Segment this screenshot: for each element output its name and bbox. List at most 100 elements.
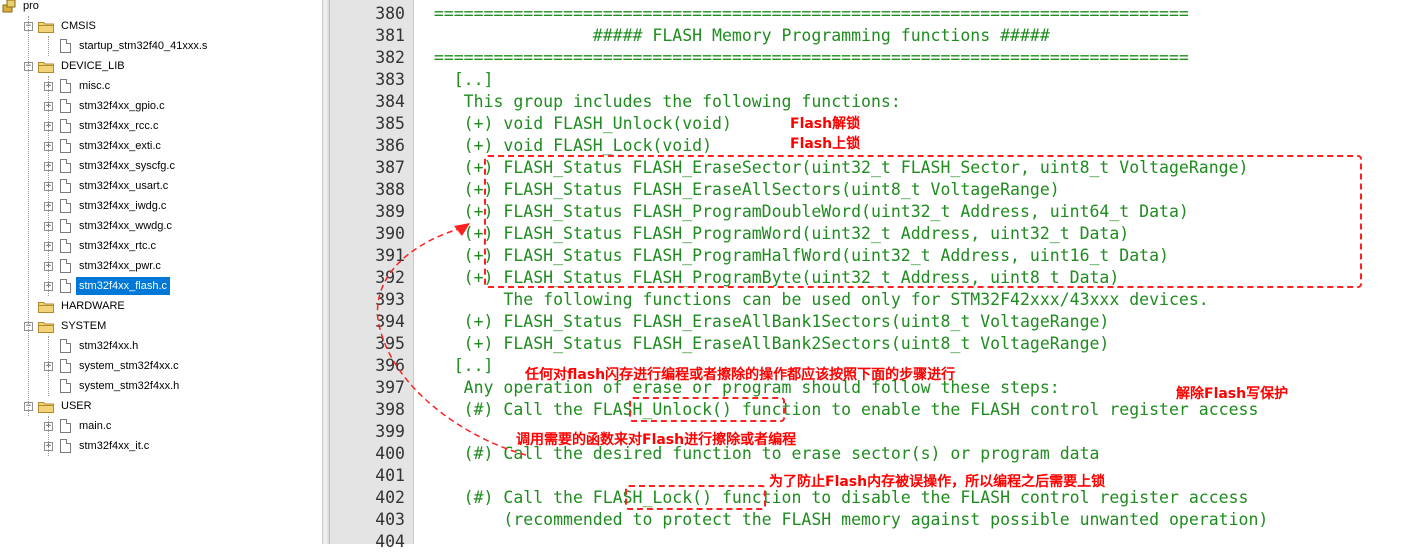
file-icon bbox=[60, 39, 71, 53]
folder-icon bbox=[38, 300, 54, 313]
line-number: 380 bbox=[375, 4, 405, 23]
file-icon bbox=[60, 279, 71, 293]
code-line[interactable]: This group includes the following functi… bbox=[414, 91, 901, 113]
tree-item-label: HARDWARE bbox=[61, 300, 125, 312]
line-number: 386 bbox=[375, 136, 405, 155]
line-number: 383 bbox=[375, 70, 405, 89]
file-icon bbox=[60, 79, 71, 93]
tree-item-label: stm32f4xx_it.c bbox=[79, 440, 150, 452]
tree-item-label: stm32f4xx_rtc.c bbox=[79, 240, 157, 252]
line-number: 388 bbox=[375, 180, 405, 199]
steps-note: 任何对flash闪存进行编程或者擦除的操作都应该按照下面的步骤进行 bbox=[525, 367, 956, 383]
file-icon bbox=[60, 379, 71, 393]
tree-item-label: main.c bbox=[79, 420, 112, 432]
file-icon bbox=[60, 339, 71, 353]
write-protect-note: 解除Flash写保护 bbox=[1176, 386, 1289, 402]
code-line[interactable]: ========================================… bbox=[414, 47, 1189, 69]
tree-item-label: stm32f4xx.h bbox=[79, 340, 139, 352]
file-icon bbox=[60, 359, 71, 373]
line-number: 396 bbox=[375, 356, 405, 375]
code-line[interactable]: (+) FLASH_Status FLASH_EraseAllBank1Sect… bbox=[414, 311, 1110, 333]
code-line[interactable]: [..] bbox=[414, 69, 494, 91]
line-number: 384 bbox=[375, 92, 405, 111]
line-number: 400 bbox=[375, 444, 405, 463]
tree-folder-item[interactable]: − DEVICE_LIB bbox=[0, 56, 322, 76]
tree-item-label: stm32f4xx_usart.c bbox=[79, 180, 169, 192]
folder-icon bbox=[38, 60, 54, 73]
line-number: 391 bbox=[375, 246, 405, 265]
file-icon bbox=[60, 179, 71, 193]
function-group-highlight bbox=[484, 155, 1362, 288]
line-number: 397 bbox=[375, 378, 405, 397]
project-icon bbox=[2, 0, 16, 13]
tree-item-label: stm32f4xx_wwdg.c bbox=[79, 220, 172, 232]
line-number: 402 bbox=[375, 488, 405, 507]
code-line[interactable]: The following functions can be used only… bbox=[414, 289, 1208, 311]
tree-item-label: stm32f4xx_exti.c bbox=[79, 140, 161, 152]
tree-folder-item[interactable]: HARDWARE bbox=[0, 296, 322, 316]
file-icon bbox=[60, 239, 71, 253]
tree-item-label: stm32f4xx_pwr.c bbox=[79, 260, 161, 272]
tree-item-label: misc.c bbox=[79, 80, 111, 92]
line-number: 382 bbox=[375, 48, 405, 67]
line-number: 390 bbox=[375, 224, 405, 243]
tree-item-label: DEVICE_LIB bbox=[61, 60, 125, 72]
file-icon bbox=[60, 419, 71, 433]
tree-item-label: stm32f4xx_syscfg.c bbox=[79, 160, 175, 172]
code-line[interactable]: ##### FLASH Memory Programming functions… bbox=[414, 25, 1050, 47]
relock-note: 为了防止Flash内存被误操作，所以编程之后需要上锁 bbox=[769, 474, 1106, 490]
tree-folder-item[interactable]: − SYSTEM bbox=[0, 316, 322, 336]
line-number: 395 bbox=[375, 334, 405, 353]
line-number: 387 bbox=[375, 158, 405, 177]
code-line[interactable]: (+) void FLASH_Unlock(void) bbox=[414, 113, 732, 135]
file-icon bbox=[60, 139, 71, 153]
tree-folder-item[interactable]: − USER bbox=[0, 396, 322, 416]
line-number: 399 bbox=[375, 422, 405, 441]
folder-icon bbox=[38, 320, 54, 333]
tree-item-label: system_stm32f4xx.c bbox=[79, 360, 179, 372]
tree-item-label: system_stm32f4xx.h bbox=[79, 380, 180, 392]
line-number: 381 bbox=[375, 26, 405, 45]
line-number: 385 bbox=[375, 114, 405, 133]
line-number: 401 bbox=[375, 466, 405, 485]
file-icon bbox=[60, 259, 71, 273]
tree-item-label: USER bbox=[61, 400, 92, 412]
tree-item-label: stm32f4xx_rcc.c bbox=[79, 120, 159, 132]
code-line[interactable]: (+) FLASH_Status FLASH_EraseAllBank2Sect… bbox=[414, 333, 1110, 355]
file-icon bbox=[60, 219, 71, 233]
line-number: 404 bbox=[375, 532, 405, 551]
flash-unlock-highlight bbox=[629, 397, 785, 422]
code-line[interactable]: (#) Call the FLASH_Unlock() function to … bbox=[414, 399, 1259, 421]
flash-lock-note: Flash上锁 bbox=[790, 136, 861, 152]
tree-guide-line bbox=[48, 36, 49, 56]
code-line[interactable]: (recommended to protect the FLASH memory… bbox=[414, 509, 1268, 531]
code-line[interactable]: (+) void FLASH_Lock(void) bbox=[414, 135, 712, 157]
code-line[interactable]: [..] bbox=[414, 355, 494, 377]
tree-guide-line bbox=[48, 76, 49, 296]
call-function-note: 调用需要的函数来对Flash进行擦除或者编程 bbox=[516, 432, 797, 448]
file-icon bbox=[60, 159, 71, 173]
tree-item-label: stm32f4xx_flash.c bbox=[76, 277, 171, 295]
flash-unlock-note: Flash解锁 bbox=[790, 116, 861, 132]
tree-guide-line bbox=[28, 16, 29, 416]
tree-guide-line bbox=[48, 416, 49, 456]
file-icon bbox=[60, 199, 71, 213]
file-icon bbox=[60, 119, 71, 133]
file-icon bbox=[60, 99, 71, 113]
tree-guide-line bbox=[48, 336, 49, 396]
code-line[interactable]: ========================================… bbox=[414, 3, 1189, 25]
project-tree: pro − CMSIS startup_stm32f40_41xxx.s − DEVICE… bbox=[0, 0, 322, 544]
folder-icon bbox=[38, 20, 54, 33]
pane-splitter[interactable] bbox=[322, 0, 330, 544]
line-number: 392 bbox=[375, 268, 405, 287]
line-number: 394 bbox=[375, 312, 405, 331]
tree-item-label: CMSIS bbox=[61, 20, 96, 32]
tree-folder-item[interactable]: − CMSIS bbox=[0, 16, 322, 36]
tree-item-label: startup_stm32f40_41xxx.s bbox=[79, 40, 208, 52]
line-number: 389 bbox=[375, 202, 405, 221]
tree-item-label: pro bbox=[23, 0, 39, 12]
file-icon bbox=[60, 439, 71, 453]
tree-root-item[interactable]: pro bbox=[0, 0, 322, 16]
folder-icon bbox=[38, 400, 54, 413]
flash-lock-highlight bbox=[625, 485, 766, 510]
